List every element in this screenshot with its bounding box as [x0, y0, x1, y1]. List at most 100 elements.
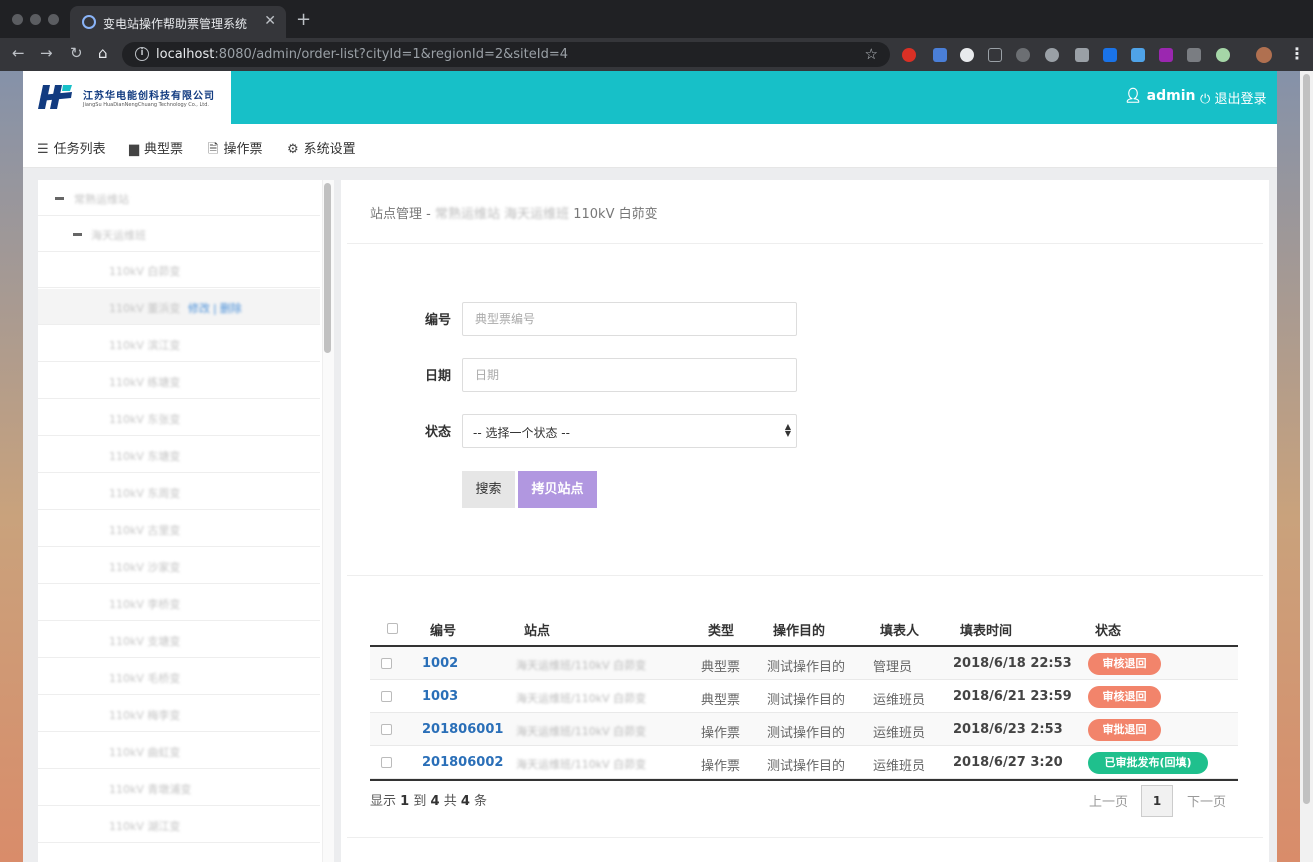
copy-site-button[interactable]: 拷贝站点 [518, 471, 597, 508]
bookmark-star-icon[interactable]: ☆ [865, 45, 878, 63]
col-header-site[interactable]: 站点 [524, 620, 550, 639]
tab-favicon-icon [82, 15, 96, 29]
select-all-checkbox[interactable] [387, 623, 398, 634]
tab-close-icon[interactable]: ✕ [264, 13, 276, 29]
address-bar[interactable]: i localhost:8080/admin/order-list?cityId… [122, 42, 890, 67]
status-label: 状态 [425, 425, 452, 440]
col-header-type[interactable]: 类型 [708, 620, 734, 639]
tree-site-item[interactable]: 110kV 支塘变 [38, 622, 320, 658]
dropbox-extension-icon[interactable] [1103, 48, 1117, 62]
tree-site-item[interactable]: 110kV 梅李变 [38, 696, 320, 732]
user-menu[interactable]: 👤︎ admin [1124, 88, 1195, 104]
row-checkbox[interactable] [381, 691, 392, 702]
shield-extension-icon[interactable] [988, 48, 1002, 62]
col-header-filler[interactable]: 填表人 [880, 620, 919, 639]
status-select[interactable]: -- 选择一个状态 -- ▲ ▼ [462, 414, 797, 448]
tree-site-item[interactable]: 110kV 毛桥变 [38, 659, 320, 695]
site-info-icon[interactable]: i [135, 47, 149, 61]
tree-site-item[interactable]: 110kV 东周变 [38, 474, 320, 510]
window-minimize-dot[interactable] [30, 14, 41, 25]
site-edit-delete-links[interactable]: 修改 | 删除 [188, 300, 245, 316]
tree-site-item[interactable]: 110kV 李桥变 [38, 585, 320, 621]
tree-site-item[interactable]: 110kV 青墩浦变 [38, 770, 320, 806]
nav-typical-ticket[interactable]: ▆ 典型票 [129, 138, 183, 157]
extension-icon[interactable] [902, 48, 916, 62]
extension-icon[interactable] [1045, 48, 1059, 62]
divider [347, 243, 1263, 244]
tree-site-item[interactable]: 110kV 董浜变 修改 | 删除 [38, 289, 320, 325]
col-header-number[interactable]: 编号 [430, 620, 456, 639]
tree-site-item[interactable]: 110kV 东张变 [38, 400, 320, 436]
brand-name-en: JiangSu HuaDianNengChuang Technology Co.… [83, 102, 209, 108]
next-page-button[interactable]: 下一页 [1187, 791, 1226, 810]
extension-icon[interactable] [1187, 48, 1201, 62]
table-row[interactable]: 1002 海天运维班/110kV 白茆变 典型票 测试操作目的 管理员 2018/6/18… [370, 647, 1238, 680]
cell-number[interactable]: 201806002 [422, 755, 503, 770]
tree-site-label: 110kV 沙家变 [109, 561, 181, 574]
table-row[interactable]: 1003 海天运维班/110kV 白茆变 典型票 测试操作目的 运维班员 2018/6/2… [370, 680, 1238, 713]
row-checkbox[interactable] [381, 757, 392, 768]
nav-operation-ticket[interactable]: 🗎︎ 操作票 [208, 138, 262, 162]
window-zoom-dot[interactable] [48, 14, 59, 25]
cell-filler: 运维班员 [873, 759, 926, 774]
extension-icon[interactable] [933, 48, 947, 62]
collapse-icon[interactable] [73, 233, 82, 236]
site-action-edit[interactable]: 修改 [188, 302, 210, 315]
cell-number[interactable]: 201806001 [422, 722, 503, 737]
cell-time: 2018/6/18 22:53 [953, 656, 1072, 671]
tree-site-item[interactable]: 110kV 东塘变 [38, 437, 320, 473]
browser-tab[interactable]: 变电站操作帮助票管理系统 ✕ [70, 6, 286, 38]
tree-site-item[interactable]: 110kV 滨江变 [38, 326, 320, 362]
site-action-delete[interactable]: 删除 [220, 302, 242, 315]
home-icon[interactable]: ⌂ [98, 44, 108, 62]
extension-icon[interactable] [1075, 48, 1089, 62]
gear-extension-icon[interactable] [1016, 48, 1030, 62]
page-1-button[interactable]: 1 [1141, 785, 1173, 817]
tree-node-region[interactable]: 常熟运维站 [38, 180, 320, 216]
tree-site-label: 110kV 练塘变 [109, 376, 181, 389]
table-row[interactable]: 201806001 海天运维班/110kV 白茆变 操作票 测试操作目的 运维班员 201… [370, 713, 1238, 746]
collapse-icon[interactable] [55, 197, 64, 200]
row-checkbox[interactable] [381, 724, 392, 735]
logout-link[interactable]: ⏻ 退出登录 [1200, 88, 1266, 107]
new-tab-icon[interactable]: + [296, 9, 311, 30]
brand[interactable]: 江苏华电能创科技有限公司 JiangSu HuaDianNengChuang T… [23, 71, 231, 124]
row-checkbox[interactable] [381, 658, 392, 669]
search-button[interactable]: 搜索 [462, 471, 515, 508]
cell-number[interactable]: 1002 [422, 656, 458, 671]
cell-filler: 管理员 [873, 660, 913, 675]
browser-menu-icon[interactable]: ⋮ [1289, 44, 1305, 63]
cell-type: 典型票 [701, 693, 741, 708]
tree-site-item[interactable]: 110kV 练塘变 [38, 363, 320, 399]
profile-avatar[interactable] [1256, 47, 1272, 63]
tab-title: 变电站操作帮助票管理系统 [103, 17, 248, 31]
table-row[interactable]: 201806002 海天运维班/110kV 白茆变 操作票 测试操作目的 运维班员 201… [370, 746, 1238, 779]
col-header-time[interactable]: 填表时间 [960, 620, 1012, 639]
col-header-status[interactable]: 状态 [1095, 620, 1121, 639]
prev-page-button[interactable]: 上一页 [1089, 791, 1128, 810]
reload-icon[interactable]: ↻ [70, 44, 83, 62]
date-input[interactable] [462, 358, 797, 392]
tree-site-item[interactable]: 110kV 古里变 [38, 511, 320, 547]
cell-number[interactable]: 1003 [422, 689, 458, 704]
page-scrollbar-thumb[interactable] [1303, 74, 1310, 804]
tree-scrollbar-thumb[interactable] [324, 183, 331, 353]
tree-site-item[interactable]: 110kV 曲虹变 [38, 733, 320, 769]
back-icon[interactable]: ← [12, 44, 25, 62]
number-input[interactable] [462, 302, 797, 336]
tree-node-team[interactable]: 海天运维班 [38, 216, 320, 252]
tree-site-item[interactable]: 110kV 沙家变 [38, 548, 320, 584]
col-header-purpose[interactable]: 操作目的 [773, 620, 825, 639]
nav-task-list[interactable]: ☰ 任务列表 [37, 138, 106, 157]
tree-site-item[interactable]: 110kV 白茆变 [38, 252, 320, 288]
window-close-dot[interactable] [12, 14, 23, 25]
bird-extension-icon[interactable] [1131, 48, 1145, 62]
extension-icon[interactable] [1159, 48, 1173, 62]
tree-site-item[interactable]: 110kV 湖江变 [38, 807, 320, 843]
status-badge: 审核退回 [1088, 686, 1161, 708]
extension-icon[interactable] [1216, 48, 1230, 62]
cloud-extension-icon[interactable] [960, 48, 974, 62]
forward-icon[interactable]: → [40, 44, 53, 62]
status-badge: 已审批发布(回填) [1088, 752, 1208, 774]
nav-settings[interactable]: ⚙ 系统设置 [287, 138, 356, 157]
